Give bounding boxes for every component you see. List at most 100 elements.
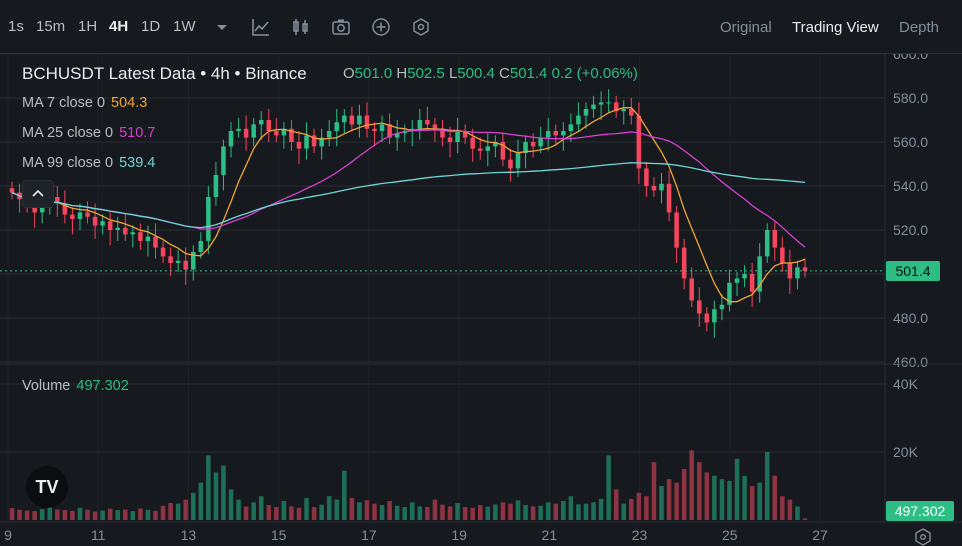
volume-bar <box>689 450 694 520</box>
ma99-value: 539.4 <box>119 155 156 171</box>
volume-bar <box>704 472 710 520</box>
candle-body <box>342 115 347 123</box>
change-value: 0.2 <box>551 65 573 82</box>
time-tick-label: 25 <box>722 527 738 543</box>
volume-bar <box>697 462 702 520</box>
ma25-legend[interactable]: MA 25 close 0 510.7 <box>22 125 155 141</box>
candle-body <box>243 128 249 138</box>
low-value: 500.4 <box>457 65 495 82</box>
volume-bar <box>651 462 657 520</box>
candle-body <box>296 142 302 149</box>
candle-body <box>236 128 241 131</box>
volume-bar <box>55 509 60 520</box>
camera-icon[interactable] <box>330 16 352 38</box>
volume-bar <box>666 479 672 520</box>
volume-bar <box>515 500 521 520</box>
volume-bar <box>591 502 596 520</box>
ma7-legend[interactable]: MA 7 close 0 504.3 <box>22 95 147 111</box>
candles-icon[interactable] <box>290 16 312 38</box>
timeframe-1s[interactable]: 1s <box>8 18 24 35</box>
candle-body <box>168 256 173 263</box>
last-volume-tag: 497.302 <box>886 501 954 521</box>
volume-bar <box>206 455 211 520</box>
view-trading-view[interactable]: Trading View <box>792 19 879 36</box>
candle-body <box>583 109 589 116</box>
add-circle-icon[interactable] <box>370 16 392 38</box>
volume-bar <box>787 499 793 520</box>
volume-bar <box>39 509 45 520</box>
view-depth[interactable]: Depth <box>899 19 939 36</box>
volume-bar <box>432 499 438 520</box>
chart-settings-icon[interactable] <box>914 528 932 546</box>
open-label: O <box>343 65 355 82</box>
volume-bar <box>644 496 649 520</box>
close-value: 501.4 <box>509 65 548 82</box>
timeframe-1h[interactable]: 1H <box>78 18 97 35</box>
volume-bar <box>160 505 166 520</box>
candle-body <box>85 212 90 217</box>
chart-title: BCHUSDT Latest Data • 4h • Binance <box>22 64 307 83</box>
volume-label: Volume <box>22 378 71 394</box>
timeframe-1d[interactable]: 1D <box>141 18 160 35</box>
candle-body <box>100 221 105 226</box>
volume-bar <box>734 458 740 520</box>
candle-body <box>530 142 536 147</box>
candle-body <box>183 260 188 270</box>
volume-bar <box>749 486 755 520</box>
settings-hex-icon[interactable] <box>410 16 432 38</box>
volume-bar <box>712 475 717 520</box>
candle-body <box>160 247 166 257</box>
volume-bar <box>153 510 158 520</box>
volume-legend: Volume 497.302 <box>22 378 129 394</box>
candle-body <box>379 124 385 131</box>
view-original[interactable]: Original <box>720 19 772 36</box>
candle-body <box>561 131 566 136</box>
volume-bar <box>780 496 785 520</box>
volume-bar <box>545 502 551 520</box>
candle-body <box>644 168 649 186</box>
candle-body <box>9 188 15 193</box>
candle-body <box>651 186 657 191</box>
volume-bar <box>523 505 528 520</box>
candle-body <box>349 115 355 125</box>
candle-body <box>697 300 702 314</box>
last-price-tag: 501.4 <box>886 260 940 281</box>
volume-bar <box>674 482 679 520</box>
volume-bar <box>402 507 407 520</box>
candle-body <box>251 124 256 138</box>
volume-bar <box>198 482 204 520</box>
collapse-legend-button[interactable] <box>22 180 54 208</box>
volume-bar <box>394 505 400 520</box>
volume-bar <box>568 496 574 520</box>
timeframe-1w[interactable]: 1W <box>173 18 196 35</box>
volume-bar <box>493 504 498 520</box>
indicator-chart-icon[interactable] <box>250 16 272 38</box>
candle-body <box>77 212 83 219</box>
candle-body <box>357 115 362 125</box>
ma99-line <box>11 162 806 229</box>
volume-bar <box>410 502 415 520</box>
ma99-legend[interactable]: MA 99 close 0 539.4 <box>22 155 155 171</box>
candle-body <box>425 120 430 125</box>
volume-bar <box>258 496 264 520</box>
candle-body <box>508 159 513 169</box>
tradingview-logo[interactable]: TV <box>26 466 68 508</box>
volume-bar <box>561 500 566 520</box>
volume-value: 497.302 <box>76 378 129 394</box>
ohlc-readout: O501.0 H502.5 L500.4 C501.4 0.2 (+0.06%) <box>343 65 638 82</box>
candle-body <box>92 216 98 226</box>
volume-bar <box>583 503 589 520</box>
time-tick-label: 23 <box>632 527 648 543</box>
volume-bar <box>24 510 30 520</box>
volume-bar <box>598 498 604 520</box>
candle-body <box>198 241 204 252</box>
price-tick-label: 520.0 <box>893 222 928 238</box>
volume-bar <box>629 498 634 520</box>
timeframe-4h[interactable]: 4H <box>109 18 128 35</box>
volume-bar <box>477 505 483 520</box>
volume-bar <box>742 475 747 520</box>
volume-bar <box>764 452 770 520</box>
chevron-down-icon[interactable] <box>211 16 233 38</box>
volume-tick-label: 40K <box>893 376 919 392</box>
timeframe-15m[interactable]: 15m <box>36 18 65 35</box>
